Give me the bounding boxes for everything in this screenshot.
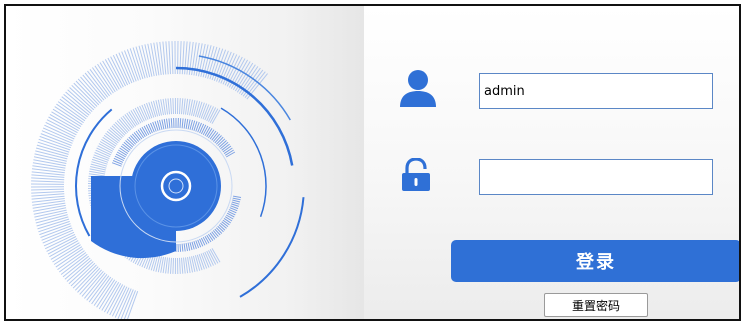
login-form: 登录 重置密码	[364, 6, 739, 319]
radar-graphic	[30, 40, 305, 319]
login-button[interactable]: 登录	[451, 240, 739, 282]
reset-password-button[interactable]: 重置密码	[544, 293, 648, 317]
password-input[interactable]	[479, 159, 713, 195]
center-disc	[131, 141, 221, 231]
login-window: 登录 重置密码	[4, 4, 741, 321]
decorative-graphic-panel	[6, 6, 364, 319]
middle-arc	[220, 107, 267, 218]
username-input[interactable]	[479, 73, 713, 109]
user-icon	[400, 70, 436, 107]
unlock-icon	[402, 158, 430, 191]
right-arc	[239, 197, 305, 298]
